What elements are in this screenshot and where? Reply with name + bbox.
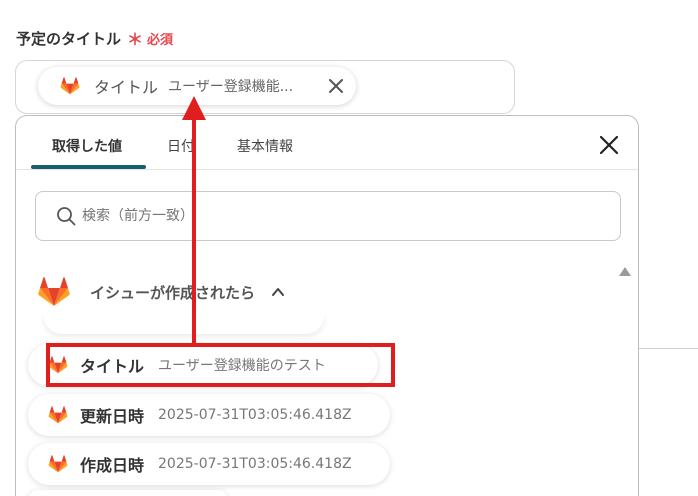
- search-icon: [57, 207, 76, 226]
- section-label: イシューが作成されたら: [90, 283, 256, 302]
- selected-value-chip[interactable]: タイトル ユーザー登録機能...: [38, 67, 356, 105]
- active-tab-indicator: [31, 165, 146, 169]
- field-label: 予定のタイトル ＊ 必須: [16, 26, 173, 50]
- tab-basic-info[interactable]: 基本情報: [237, 136, 293, 156]
- list-item-updated-at[interactable]: 更新日時 2025-07-31T03:05:46.418Z: [28, 394, 390, 436]
- item-value: 2025-07-31T03:05:46.418Z: [158, 456, 352, 472]
- section-header[interactable]: イシューが作成されたら: [38, 274, 285, 310]
- required-star: ＊: [127, 30, 144, 49]
- value-picker-panel: 取得した値 日付 基本情報 イシューが作成されたら: [15, 115, 639, 496]
- list-item-partial[interactable]: [28, 490, 228, 496]
- item-title: 更新日時: [80, 407, 145, 426]
- search-input[interactable]: [82, 208, 482, 224]
- partially-hidden-item: [44, 312, 324, 334]
- chip-value: ユーザー登録機能...: [168, 79, 294, 95]
- item-title: 作成日時: [80, 456, 145, 475]
- tab-acquired-values[interactable]: 取得した値: [52, 136, 122, 156]
- highlight-box: [46, 343, 395, 387]
- gitlab-icon: [60, 77, 80, 95]
- tab-bar: 取得した値 日付 基本情報: [16, 116, 638, 170]
- close-icon[interactable]: [598, 134, 620, 156]
- divider: [639, 348, 698, 349]
- scroll-up-icon[interactable]: [618, 265, 632, 277]
- chevron-up-icon[interactable]: [271, 285, 285, 299]
- required-text: 必須: [147, 32, 174, 48]
- gitlab-icon: [38, 277, 70, 306]
- chip-title: タイトル: [94, 78, 159, 97]
- tab-date[interactable]: 日付: [167, 136, 195, 156]
- search-box[interactable]: [35, 191, 621, 241]
- gitlab-icon: [48, 406, 68, 424]
- field-label-text: 予定のタイトル: [16, 29, 122, 48]
- gitlab-icon: [48, 455, 68, 473]
- item-value: 2025-07-31T03:05:46.418Z: [158, 407, 352, 423]
- list-item-created-at[interactable]: 作成日時 2025-07-31T03:05:46.418Z: [28, 443, 390, 485]
- chip-close-icon[interactable]: [326, 76, 346, 96]
